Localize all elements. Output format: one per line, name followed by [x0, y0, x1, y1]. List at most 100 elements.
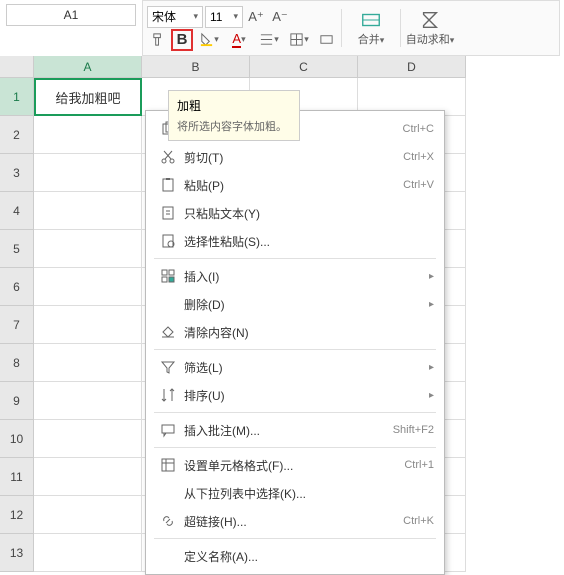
menu-item-label: 排序(U): [180, 387, 423, 404]
select-all-corner[interactable]: [0, 56, 34, 78]
cell[interactable]: [34, 116, 142, 154]
cell[interactable]: [34, 268, 142, 306]
menu-item-label: 删除(D): [180, 296, 423, 313]
menu-item-label: 筛选(L): [180, 359, 423, 376]
format-brush-button[interactable]: [147, 29, 169, 51]
menu-shortcut: Ctrl+K: [403, 515, 434, 527]
cell-style-button[interactable]: [315, 29, 337, 51]
cell-a1[interactable]: 给我加粗吧: [34, 78, 142, 116]
sort-icon: [156, 387, 180, 403]
chevron-down-icon: ▾: [193, 11, 198, 22]
menu-item-label: 清除内容(N): [180, 324, 434, 341]
menu-item[interactable]: 从下拉列表中选择(K)...: [146, 479, 444, 507]
column-header[interactable]: B: [142, 56, 250, 78]
autosum-button[interactable]: 自动求和▾: [405, 3, 455, 53]
paste-icon: [156, 177, 180, 193]
menu-shortcut: Ctrl+X: [403, 151, 434, 163]
shrink-font-button[interactable]: A⁻: [269, 6, 291, 28]
menu-item[interactable]: 插入(I)▸: [146, 262, 444, 290]
format-icon: [156, 457, 180, 473]
column-header[interactable]: A: [34, 56, 142, 78]
row-header[interactable]: 7: [0, 306, 34, 344]
row-header[interactable]: 11: [0, 458, 34, 496]
link-icon: [156, 513, 180, 529]
menu-divider: [154, 349, 436, 350]
row-header[interactable]: 2: [0, 116, 34, 154]
row-header[interactable]: 3: [0, 154, 34, 192]
bold-button[interactable]: B: [171, 29, 193, 51]
row-header[interactable]: 10: [0, 420, 34, 458]
pastetext-icon: [156, 205, 180, 221]
menu-item[interactable]: 超链接(H)...Ctrl+K: [146, 507, 444, 535]
menu-item[interactable]: 定义名称(A)...: [146, 542, 444, 570]
cell[interactable]: [34, 306, 142, 344]
cell[interactable]: [34, 496, 142, 534]
chevron-right-icon: ▸: [423, 299, 434, 310]
menu-item-label: 选择性粘贴(S)...: [180, 233, 434, 250]
row-header[interactable]: 5: [0, 230, 34, 268]
column-header[interactable]: C: [250, 56, 358, 78]
column-headers: A B C D: [34, 56, 564, 78]
cell[interactable]: [34, 192, 142, 230]
cell[interactable]: [34, 534, 142, 572]
menu-item[interactable]: 粘贴(P)Ctrl+V: [146, 171, 444, 199]
tooltip-title: 加粗: [177, 97, 291, 114]
menu-item-label: 超链接(H)...: [180, 513, 403, 530]
menu-shortcut: Ctrl+C: [403, 123, 434, 135]
cell[interactable]: [34, 420, 142, 458]
row-header[interactable]: 4: [0, 192, 34, 230]
menu-item-label: 剪切(T): [180, 149, 403, 166]
name-box[interactable]: A1: [6, 4, 136, 26]
cell[interactable]: [34, 382, 142, 420]
alignment-button[interactable]: ▾: [255, 29, 283, 51]
separator: [400, 9, 401, 47]
bold-tooltip: 加粗 将所选内容字体加粗。: [168, 90, 300, 141]
menu-shortcut: Ctrl+1: [404, 459, 434, 471]
menu-item-label: 设置单元格格式(F)...: [180, 457, 404, 474]
borders-button[interactable]: ▾: [285, 29, 313, 51]
menu-item[interactable]: 排序(U)▸: [146, 381, 444, 409]
row-header[interactable]: 6: [0, 268, 34, 306]
menu-item-label: 定义名称(A)...: [180, 548, 434, 565]
row-header[interactable]: 13: [0, 534, 34, 572]
row-header[interactable]: 9: [0, 382, 34, 420]
merge-button[interactable]: 合并▾: [346, 3, 396, 53]
font-name-select[interactable]: 宋体 ▾: [147, 6, 203, 28]
ribbon: 宋体 ▾ 11 ▾ A⁺ A⁻ B ▾ A▾ ▾: [142, 0, 560, 56]
row-header[interactable]: 12: [0, 496, 34, 534]
menu-item[interactable]: 设置单元格格式(F)...Ctrl+1: [146, 451, 444, 479]
chevron-right-icon: ▸: [423, 362, 434, 373]
comment-icon: [156, 422, 180, 438]
menu-item[interactable]: 筛选(L)▸: [146, 353, 444, 381]
tooltip-body: 将所选内容字体加粗。: [177, 118, 291, 134]
menu-shortcut: Shift+F2: [393, 424, 434, 436]
cell[interactable]: [34, 344, 142, 382]
cell[interactable]: [34, 154, 142, 192]
menu-item[interactable]: 插入批注(M)...Shift+F2: [146, 416, 444, 444]
row-header[interactable]: 1: [0, 78, 34, 116]
name-box-value: A1: [13, 8, 129, 22]
menu-item[interactable]: 剪切(T)Ctrl+X: [146, 143, 444, 171]
column-header[interactable]: D: [358, 56, 466, 78]
row-header[interactable]: 8: [0, 344, 34, 382]
menu-item[interactable]: 选择性粘贴(S)...: [146, 227, 444, 255]
chevron-down-icon: ▾: [233, 11, 238, 22]
row-headers: 1 2 3 4 5 6 7 8 9 10 11 12 13: [0, 78, 34, 552]
cell[interactable]: [34, 458, 142, 496]
font-color-button[interactable]: A▾: [225, 29, 253, 51]
grow-font-button[interactable]: A⁺: [245, 6, 267, 28]
menu-item[interactable]: 删除(D)▸: [146, 290, 444, 318]
fill-color-button[interactable]: ▾: [195, 29, 223, 51]
menu-item-label: 粘贴(P): [180, 177, 403, 194]
menu-item[interactable]: 只粘贴文本(Y): [146, 199, 444, 227]
menu-item[interactable]: 清除内容(N): [146, 318, 444, 346]
cell[interactable]: [34, 230, 142, 268]
pastespecial-icon: [156, 233, 180, 249]
cut-icon: [156, 149, 180, 165]
menu-divider: [154, 447, 436, 448]
font-size-select[interactable]: 11 ▾: [205, 6, 243, 28]
font-name-value: 宋体: [152, 8, 176, 25]
separator: [341, 9, 342, 47]
menu-divider: [154, 538, 436, 539]
clear-icon: [156, 324, 180, 340]
